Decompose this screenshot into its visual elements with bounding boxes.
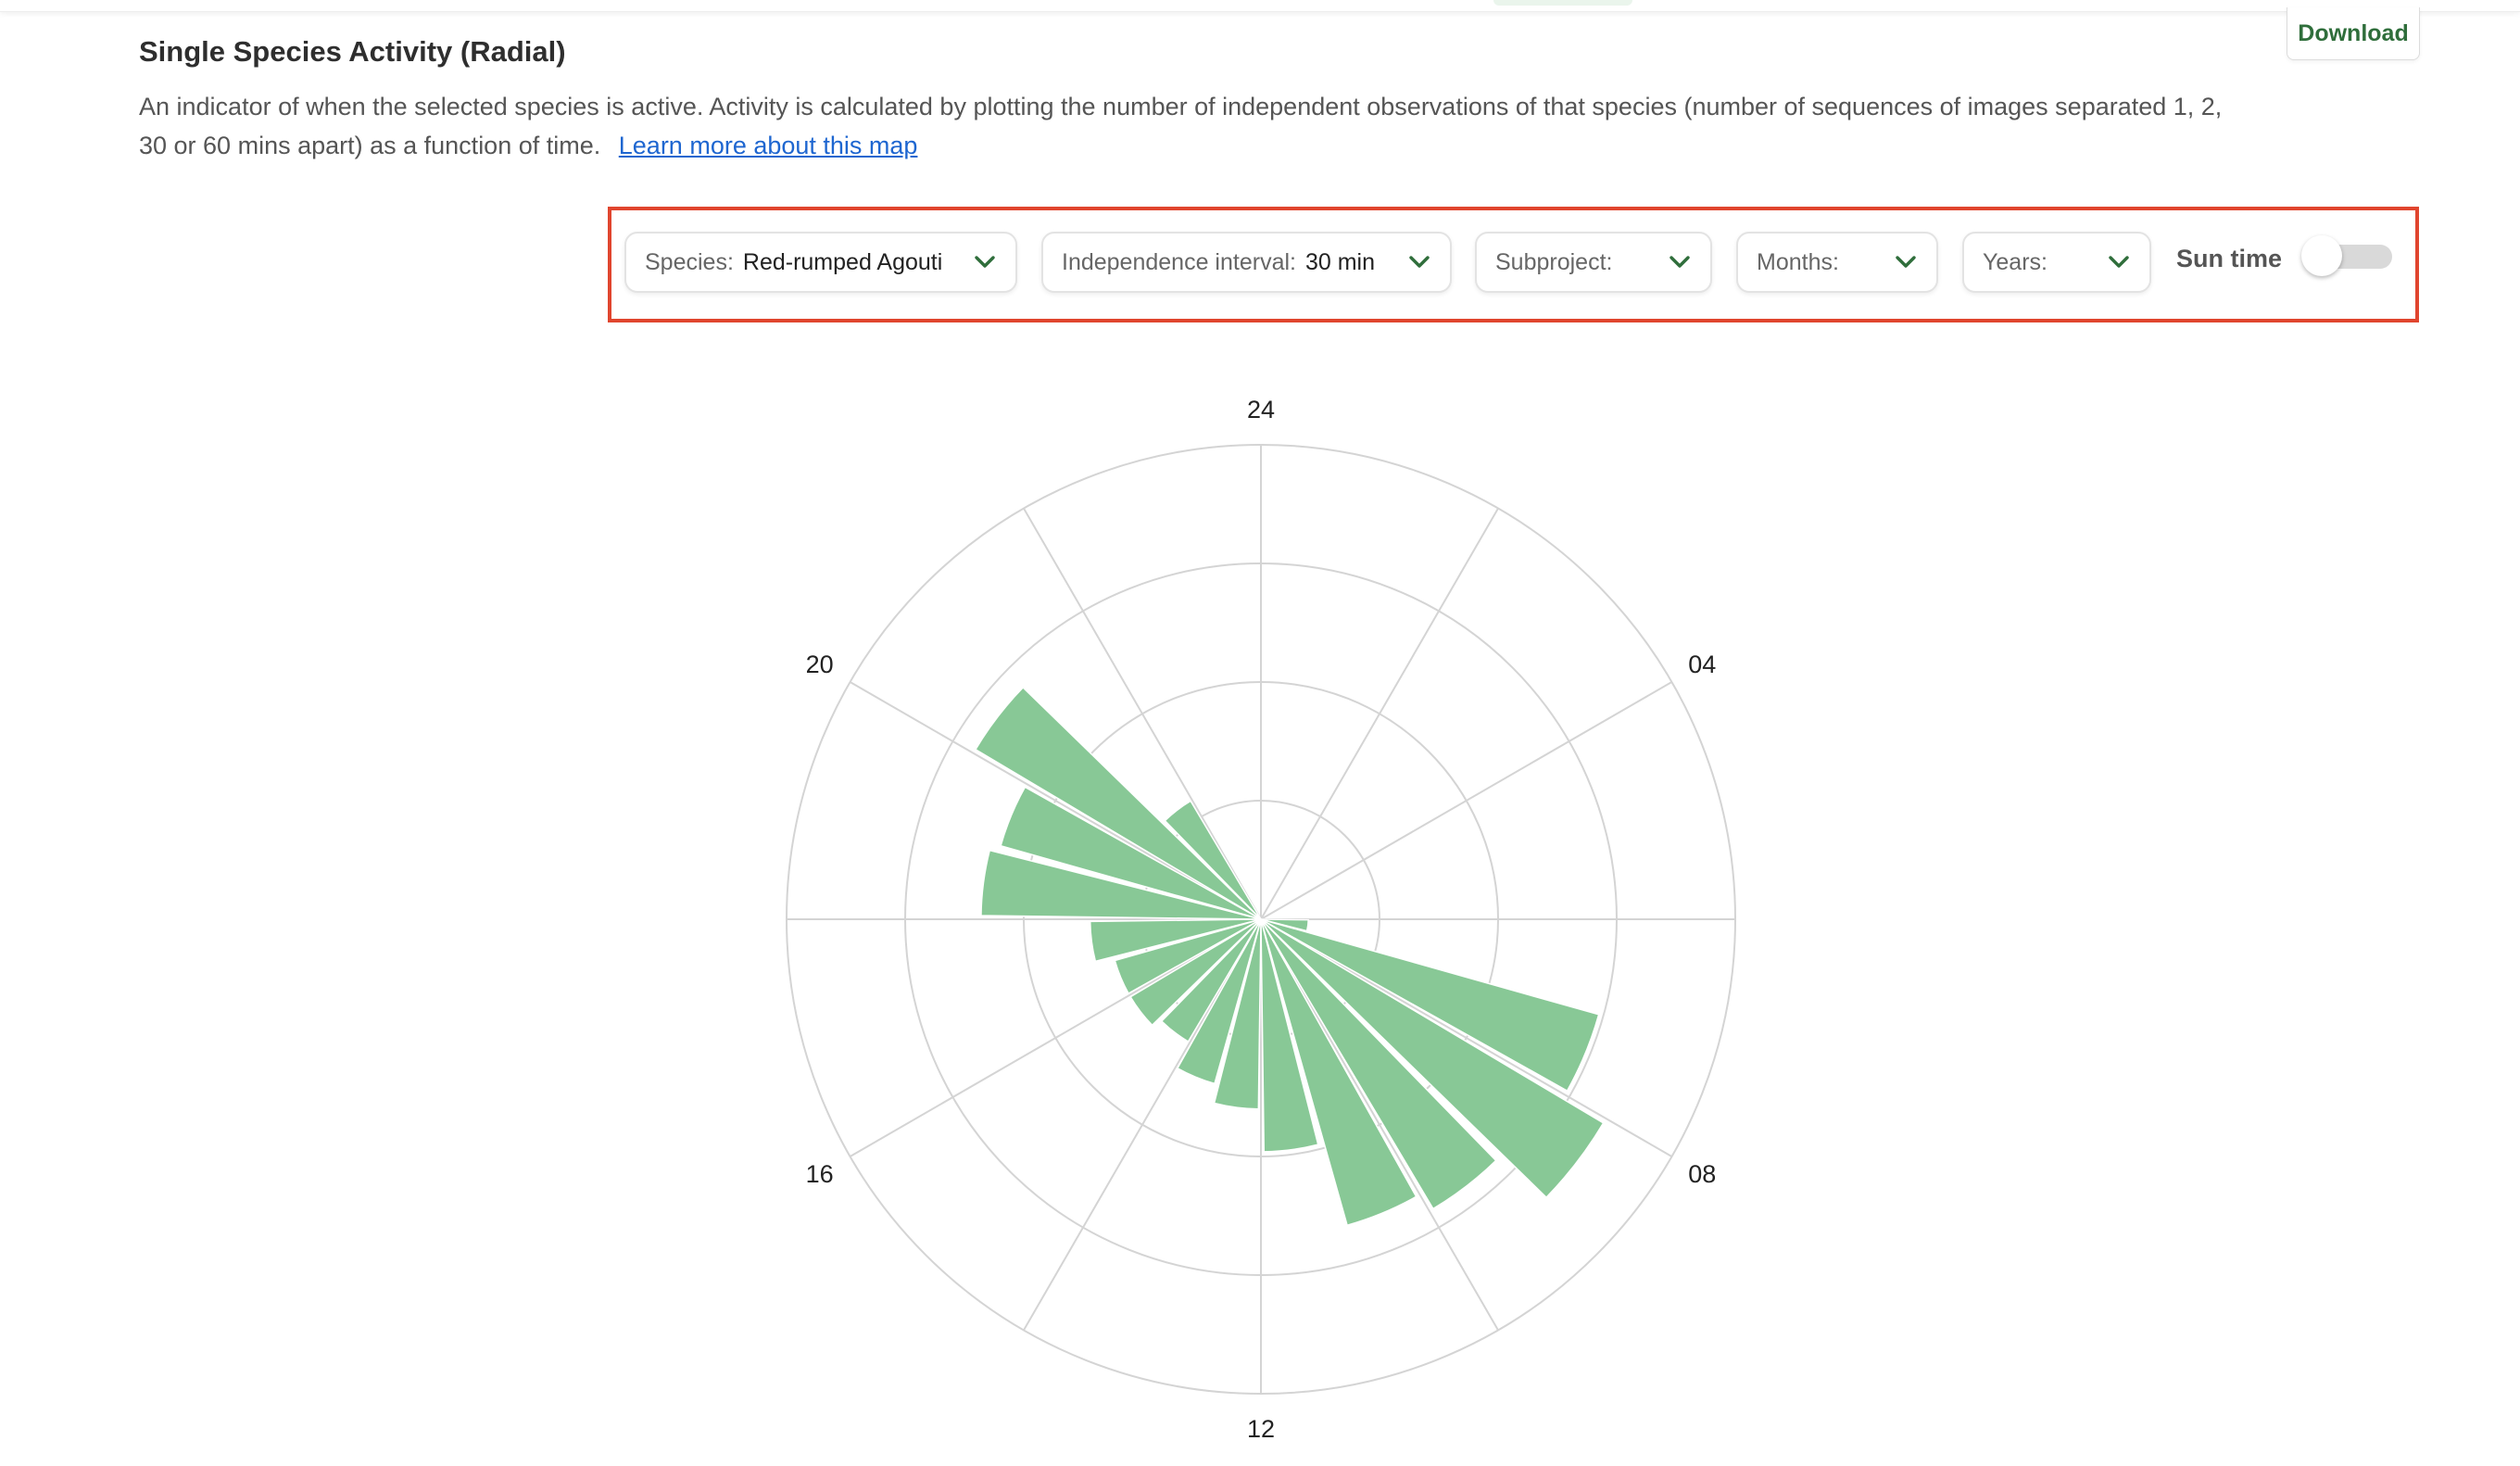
hour-tick-label: 24: [1247, 396, 1275, 423]
hour-tick-label: 16: [806, 1160, 834, 1188]
hour-tick-label: 20: [806, 651, 834, 678]
hour-tick-label: 08: [1688, 1160, 1716, 1188]
grid-spoke: [1260, 681, 1672, 920]
hour-tick-label: 04: [1688, 651, 1716, 678]
radial-activity-chart: 24 04 08 12 16 20: [786, 396, 1736, 1443]
chart-bars: [974, 686, 1605, 1227]
hour-tick-label: 12: [1247, 1415, 1275, 1443]
grid-spoke: [1260, 508, 1499, 920]
